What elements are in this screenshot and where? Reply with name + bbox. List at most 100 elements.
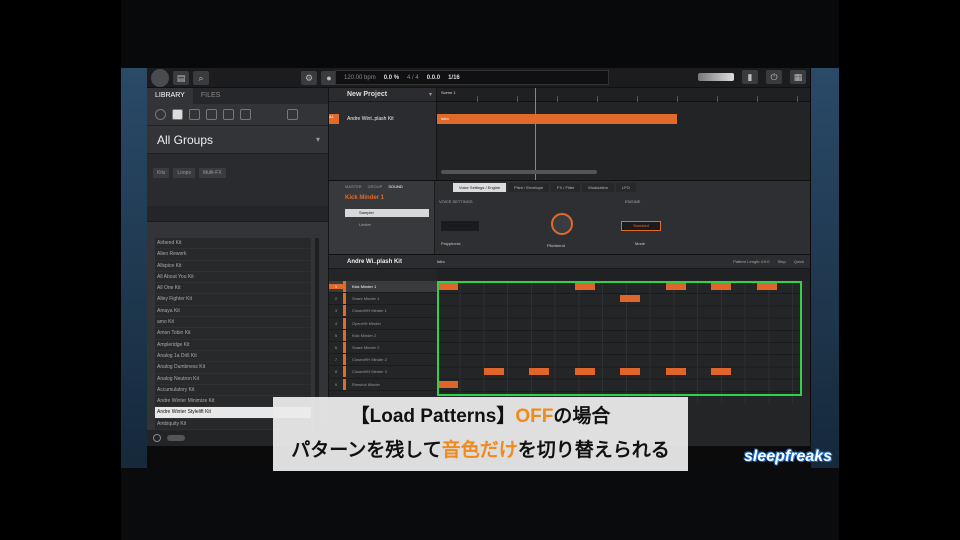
tab-master[interactable]: MASTER xyxy=(345,184,362,191)
kit-list-item[interactable]: Analog 1a Drill Kit xyxy=(155,351,311,363)
kit-list-item[interactable]: Allspice Kit xyxy=(155,261,311,272)
sound-name: Snare Minder 2 xyxy=(352,345,380,351)
power-icon[interactable]: ⏻ xyxy=(766,70,782,84)
pattern-length[interactable]: Pattern Length 4:0:0 xyxy=(733,259,769,264)
sound-icon[interactable] xyxy=(189,109,200,120)
sound-name: ClosedHH Minder 1 xyxy=(352,308,387,314)
sound-row[interactable]: 6 Snare Minder 2 xyxy=(329,342,437,355)
filter-tag[interactable]: Kits xyxy=(153,168,170,178)
project-icon[interactable] xyxy=(155,109,166,120)
sound-number: 3 xyxy=(334,308,338,314)
folder-icon[interactable]: ▤ xyxy=(173,70,189,85)
sound-row[interactable]: 8 ClosedHH Minder 3 xyxy=(329,366,437,379)
prehear-volume-slider[interactable] xyxy=(167,435,185,441)
pattern-name[interactable]: intro xyxy=(437,259,445,264)
sound-number: 2 xyxy=(334,296,338,302)
settings-icon[interactable]: ⚙ xyxy=(301,70,317,85)
position: 0.0.0 xyxy=(426,74,441,81)
page-voice-settings[interactable]: Voice Settings / Engine xyxy=(453,183,507,192)
sound-number: 4 xyxy=(334,320,338,326)
prehear-icon[interactable] xyxy=(153,434,161,442)
filter-tag[interactable]: Loops xyxy=(173,168,195,178)
highlight-box xyxy=(437,281,802,396)
group-slot[interactable]: A1 Andre Wint..plash Kit xyxy=(329,114,437,124)
polyphony-field[interactable] xyxy=(441,221,479,231)
page-lfo[interactable]: LFO xyxy=(615,183,636,192)
arranger-scrollbar[interactable] xyxy=(441,170,597,174)
sound-number: 7 xyxy=(334,357,338,363)
effect-icon[interactable] xyxy=(223,109,234,120)
pitchbend-knob[interactable] xyxy=(551,213,573,235)
kit-list-item[interactable]: Alien Rework xyxy=(155,249,311,261)
kit-list-item[interactable]: Ampleridge Kit xyxy=(155,340,311,351)
quick-button[interactable]: Quick xyxy=(794,259,804,264)
sound-row[interactable]: 4 OpenHH Minder xyxy=(329,317,437,330)
ruler-tick xyxy=(477,96,478,102)
desktop-bottom xyxy=(121,468,839,540)
category-selector[interactable]: All Groups ▾ xyxy=(147,126,328,154)
kit-list-item[interactable]: All About You Kit xyxy=(155,272,311,284)
search-field[interactable] xyxy=(147,206,328,222)
signature[interactable]: 4 / 4 xyxy=(407,75,419,81)
kit-list-item[interactable]: Analog Dumbness Kit xyxy=(155,362,311,374)
sample-icon[interactable] xyxy=(240,109,251,120)
group-icon[interactable] xyxy=(172,109,183,120)
sound-row[interactable]: 7 ClosedHH Minder 2 xyxy=(329,354,437,367)
ruler-tick xyxy=(797,96,798,102)
arranger-group-list: New Project ▾ A1 Andre Wint..plash Kit xyxy=(329,88,437,180)
instrument-icon[interactable] xyxy=(206,109,217,120)
group-name: Andre Wint..plash Kit xyxy=(347,116,394,122)
layout-icon[interactable]: ▦ xyxy=(790,70,806,84)
pattern-group-name[interactable]: Andre Wi..plash Kit xyxy=(329,259,437,265)
sound-row[interactable]: 5 Kick Minder 2 xyxy=(329,329,437,342)
browser-tabs: LIBRARY FILES xyxy=(147,88,328,104)
page-modulation[interactable]: Modulation xyxy=(582,183,614,192)
filter-tag[interactable]: Multi-FX xyxy=(198,168,226,178)
tab-library[interactable]: LIBRARY xyxy=(147,88,193,104)
pattern-clip[interactable]: intro xyxy=(437,114,677,124)
video-frame: ▤ ⌕ ⚙ ● 120.00 bpm 0.0 % 4 / 4 0.0.0 1/1… xyxy=(0,0,960,540)
page-fx[interactable]: FX / Filter xyxy=(551,183,581,192)
kit-list-item[interactable]: Analog Neutron Kit xyxy=(155,374,311,385)
sound-row[interactable]: 3 ClosedHH Minder 1 xyxy=(329,305,437,318)
pattern-ruler[interactable] xyxy=(437,269,810,281)
grid[interactable]: 1/16 xyxy=(448,75,460,81)
kit-list-item[interactable]: Amaya Kit xyxy=(155,306,311,318)
sound-number: 1 xyxy=(329,284,343,290)
page-pitch[interactable]: Pitch / Envelope xyxy=(508,183,550,192)
tab-files[interactable]: FILES xyxy=(193,88,228,104)
scene-label[interactable]: Scene 1 xyxy=(441,90,456,95)
volume-meter[interactable] xyxy=(698,73,734,81)
playhead xyxy=(535,88,536,180)
ruler-tick xyxy=(637,96,638,102)
project-label: New Project xyxy=(347,91,388,98)
user-content-icon[interactable] xyxy=(287,109,298,120)
sound-name: Kick Minder 1 xyxy=(352,284,377,290)
step-button[interactable]: Step xyxy=(778,259,786,264)
plugin-slot-sampler[interactable]: Sampler xyxy=(345,209,429,217)
swing[interactable]: 0.0 % xyxy=(384,75,399,81)
kit-list-item[interactable]: Alley Fighter Kit xyxy=(155,294,311,306)
desktop-left xyxy=(121,68,147,468)
tempo[interactable]: 120.00 bpm xyxy=(344,75,376,81)
sound-number: 8 xyxy=(334,369,338,375)
kit-list-item[interactable]: All One Kit xyxy=(155,283,311,295)
logo-icon[interactable] xyxy=(151,68,169,87)
desktop-top xyxy=(121,0,839,68)
tab-group[interactable]: GROUP xyxy=(368,184,383,191)
arranger-ruler[interactable]: Scene 1 xyxy=(437,88,810,102)
sound-row[interactable]: 1 Kick Minder 1 xyxy=(329,281,437,294)
caption-text: の場合 xyxy=(553,406,611,427)
kit-list-item[interactable]: Amon Tobin Kit xyxy=(155,328,311,340)
plugin-slot-limiter[interactable]: Limiter xyxy=(345,221,429,229)
mode-selector[interactable]: Standard xyxy=(621,221,661,231)
kit-list-item[interactable]: Accumulatory Kit xyxy=(155,385,311,397)
tab-sound[interactable]: SOUND xyxy=(388,184,402,191)
sound-row[interactable]: 9 Rimshot Minder xyxy=(329,378,437,391)
kit-list-item[interactable]: amo Kit xyxy=(155,317,311,329)
project-name[interactable]: New Project ▾ xyxy=(329,88,436,102)
ruler-tick xyxy=(597,96,598,102)
kit-list-item[interactable]: Airbend Kit xyxy=(155,238,311,250)
search-icon[interactable]: ⌕ xyxy=(193,70,209,85)
sound-row[interactable]: 2 Snare Minder 1 xyxy=(329,293,437,306)
